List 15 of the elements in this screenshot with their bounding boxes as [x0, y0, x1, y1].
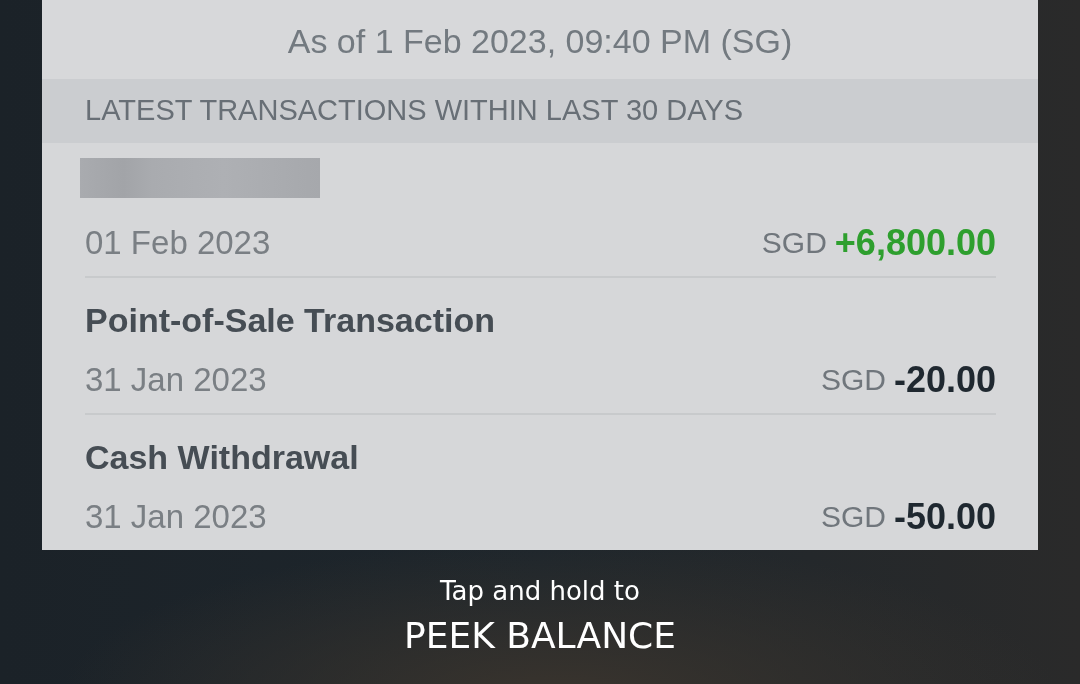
currency-code: SGD — [820, 499, 886, 535]
transaction-title: Point-of-Sale Transaction — [85, 300, 495, 341]
transaction-title: Cash Withdrawal — [85, 437, 359, 478]
transaction-amount: -20.00 — [893, 358, 996, 402]
currency-code: SGD — [820, 362, 886, 398]
currency-code: SGD — [761, 225, 827, 261]
peek-balance-label: PEEK BALANCE — [404, 614, 676, 658]
transaction-date: 31 Jan 2023 — [85, 497, 267, 537]
transaction-date: 31 Jan 2023 — [85, 360, 267, 400]
transaction-amount: -50.00 — [893, 495, 996, 539]
as-of-timestamp: As of 1 Feb 2023, 09:40 PM (SG) — [287, 20, 793, 62]
transaction-amount: +6,800.00 — [834, 221, 996, 265]
transaction-date: 01 Feb 2023 — [85, 223, 271, 263]
section-title: LATEST TRANSACTIONS WITHIN LAST 30 DAYS — [85, 93, 744, 129]
hint-text: Tap and hold to — [440, 575, 640, 608]
